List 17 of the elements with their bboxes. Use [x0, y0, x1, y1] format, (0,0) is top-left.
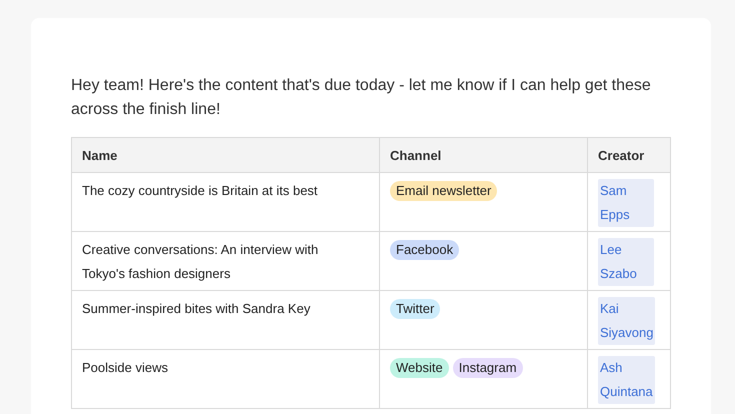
channel-tag: Facebook: [390, 240, 460, 260]
channel-tag: Email newsletter: [390, 181, 498, 201]
mention-link[interactable]: Kai Siyavong: [598, 297, 656, 345]
channel-tag: Instagram: [452, 358, 523, 378]
message-text: Hey team! Here's the content that's due today - let me know if I can help get these across the finish line!: [71, 76, 652, 120]
table-cell: Creative conversations: An interview with Tokyo's fashion designers: [72, 232, 380, 290]
channel-tag: Website: [390, 358, 449, 378]
table-cell: Poolside views: [72, 350, 380, 408]
table-cell: The cozy countryside is Britain at its best: [72, 172, 380, 232]
mention-link[interactable]: Ash Quintana: [598, 356, 655, 404]
channel-tag: Twitter: [390, 299, 440, 319]
column-header: Channel: [380, 138, 588, 172]
column-header: Creator: [588, 138, 670, 172]
mention-link[interactable]: Sam Epps: [598, 179, 654, 227]
mention-link[interactable]: Lee Szabo: [598, 238, 654, 286]
table-cell: Summer-inspired bites with Sandra Key: [72, 290, 380, 350]
column-header: Name: [72, 138, 380, 172]
